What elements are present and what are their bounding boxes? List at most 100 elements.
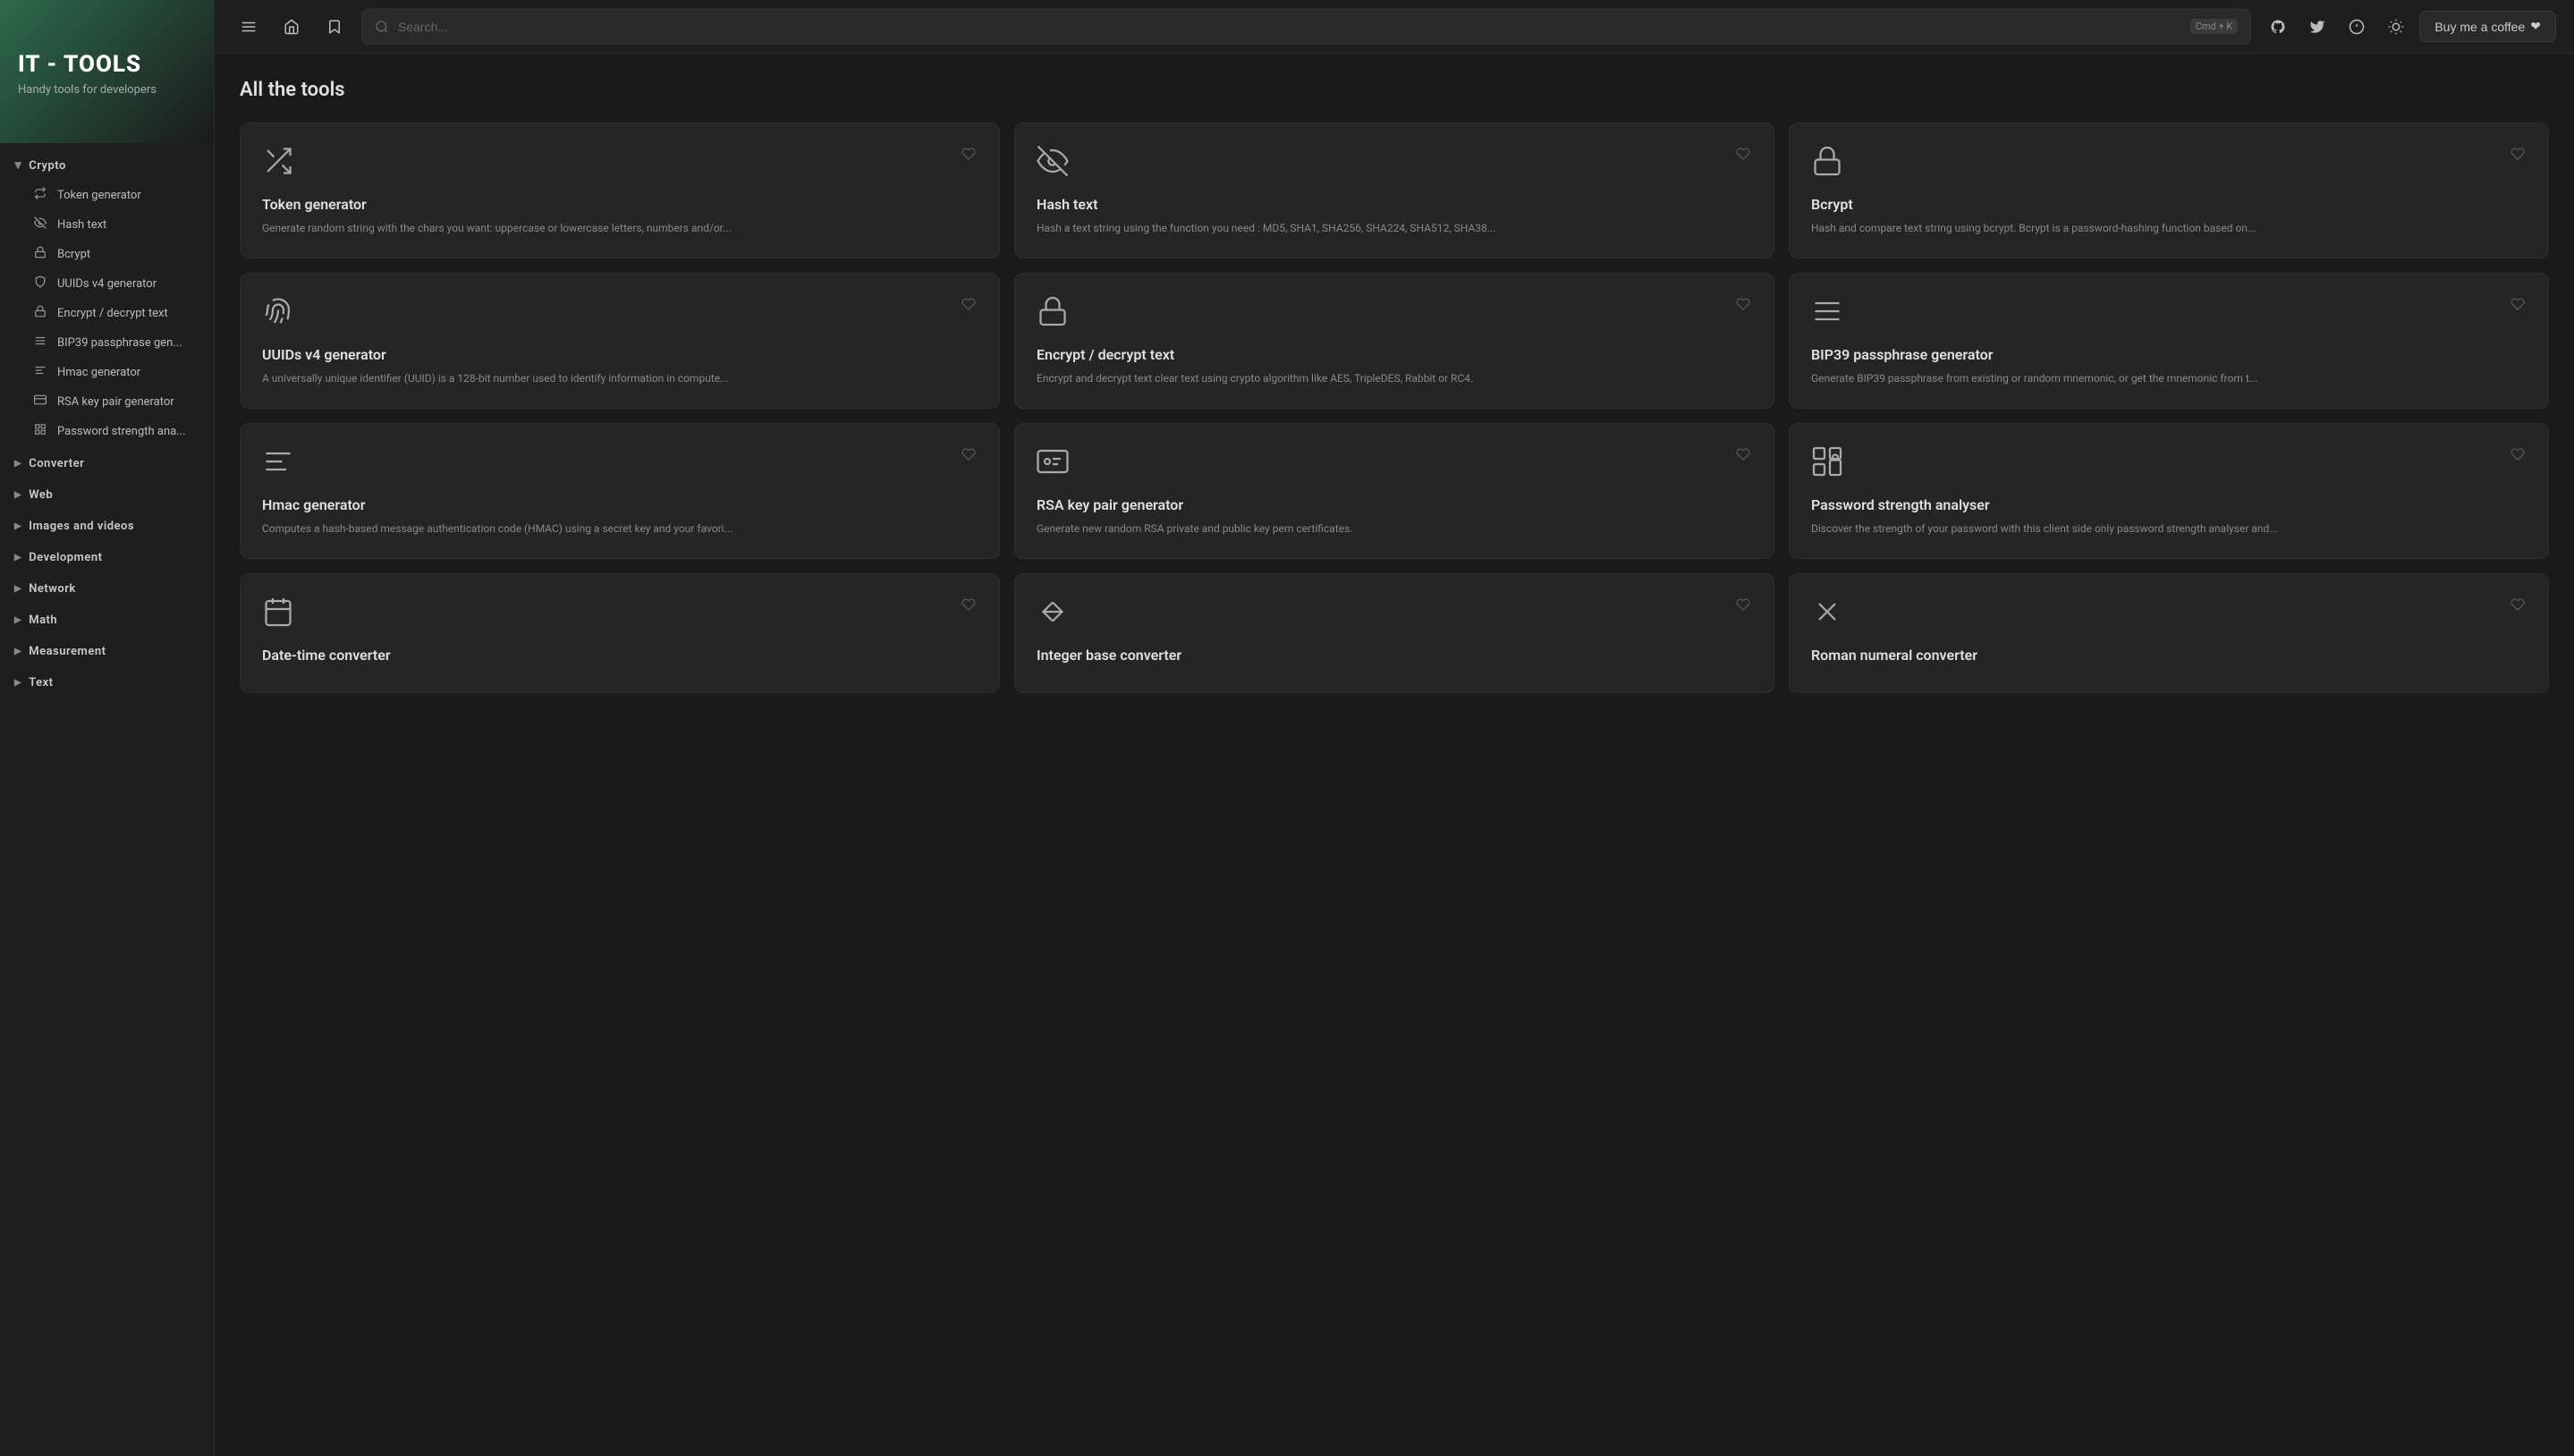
section-label-crypto: Crypto xyxy=(29,159,66,173)
tool-card-header-password-strength xyxy=(1811,445,2527,482)
favorite-button-hmac[interactable] xyxy=(960,445,978,468)
tool-desc-bcrypt: Hash and compare text string using bcryp… xyxy=(1811,220,2527,236)
tool-icon-bip39 xyxy=(1811,295,1843,332)
sidebar-item-uuids-v4[interactable]: UUIDs v4 generator xyxy=(11,269,210,298)
topbar-right: Buy me a coffee ❤ xyxy=(2262,11,2556,43)
sidebar-item-hmac[interactable]: Hmac generator xyxy=(11,358,210,386)
chevron-icon-converter: ▶ xyxy=(14,459,21,469)
nav-section-header-development[interactable]: ▶Development xyxy=(0,544,214,571)
tool-desc-uuids-v4: A universally unique identifier (UUID) i… xyxy=(262,370,978,386)
tool-card-header-roman-numeral xyxy=(1811,596,2527,632)
favorite-button-hash-text[interactable] xyxy=(1734,145,1752,167)
tool-icon-token-generator xyxy=(262,145,294,182)
sidebar: IT - TOOLS Handy tools for developers ▶C… xyxy=(0,0,215,1456)
nav-section-header-converter[interactable]: ▶ Converter xyxy=(0,450,214,478)
sidebar-item-token-generator[interactable]: Token generator xyxy=(11,181,210,209)
nav-item-icon-token-generator xyxy=(32,187,48,203)
buy-coffee-button[interactable]: Buy me a coffee ❤ xyxy=(2419,11,2556,42)
home-button[interactable] xyxy=(275,11,308,43)
tool-icon-hmac xyxy=(262,445,294,482)
favorite-button-bcrypt[interactable] xyxy=(2509,145,2527,167)
menu-toggle-button[interactable] xyxy=(233,11,265,43)
twitter-button[interactable] xyxy=(2301,11,2333,43)
nav-section-network: ▶ Network xyxy=(0,573,214,605)
chevron-icon-network: ▶ xyxy=(14,584,21,594)
section-label-web: Web xyxy=(29,488,53,502)
tool-name-encrypt-decrypt: Encrypt / decrypt text xyxy=(1037,346,1752,363)
section-label-images-and-videos: Images and videos xyxy=(29,520,134,533)
favorite-button-uuids-v4[interactable] xyxy=(960,295,978,317)
tool-card-header-hash-text xyxy=(1037,145,1752,182)
sidebar-item-bcrypt[interactable]: Bcrypt xyxy=(11,240,210,268)
tool-desc-bip39: Generate BIP39 passphrase from existing … xyxy=(1811,370,2527,386)
favorite-button-roman-numeral[interactable] xyxy=(2509,596,2527,618)
nav-section-header-network[interactable]: ▶ Network xyxy=(0,575,214,603)
chevron-icon-text: ▶ xyxy=(14,678,21,688)
nav-section-header-crypto[interactable]: ▶ Crypto xyxy=(0,152,214,180)
tool-card-integer-base[interactable]: Integer base converter xyxy=(1014,573,1774,693)
github-button[interactable] xyxy=(2262,11,2294,43)
nav-item-label-password-strength: Password strength ana... xyxy=(57,425,186,438)
tool-card-hmac[interactable]: Hmac generatorComputes a hash-based mess… xyxy=(240,423,1000,559)
tool-name-rsa-key: RSA key pair generator xyxy=(1037,496,1752,513)
sidebar-item-encrypt-decrypt[interactable]: Encrypt / decrypt text xyxy=(11,299,210,327)
nav-section-header-measurement[interactable]: ▶Measurement xyxy=(0,638,214,665)
section-label-network: Network xyxy=(29,582,76,596)
favorite-button-password-strength[interactable] xyxy=(2509,445,2527,468)
tool-card-roman-numeral[interactable]: Roman numeral converter xyxy=(1789,573,2549,693)
nav-item-label-rsa-key: RSA key pair generator xyxy=(57,395,174,409)
tool-icon-encrypt-decrypt xyxy=(1037,295,1069,332)
sidebar-item-hash-text[interactable]: Hash text xyxy=(11,210,210,239)
tool-card-uuids-v4[interactable]: UUIDs v4 generatorA universally unique i… xyxy=(240,273,1000,409)
search-icon xyxy=(375,20,389,34)
tool-card-hash-text[interactable]: Hash textHash a text string using the fu… xyxy=(1014,123,1774,258)
info-button[interactable] xyxy=(2341,11,2373,43)
tool-name-integer-base: Integer base converter xyxy=(1037,647,1752,664)
sidebar-item-bip39[interactable]: BIP39 passphrase gen... xyxy=(11,328,210,357)
favorite-button-token-generator[interactable] xyxy=(960,145,978,167)
nav-item-label-encrypt-decrypt: Encrypt / decrypt text xyxy=(57,307,168,320)
tool-name-bip39: BIP39 passphrase generator xyxy=(1811,346,2527,363)
info-icon xyxy=(2349,19,2365,35)
tool-card-date-time[interactable]: Date-time converter xyxy=(240,573,1000,693)
tool-card-bcrypt[interactable]: BcryptHash and compare text string using… xyxy=(1789,123,2549,258)
sidebar-item-rsa-key[interactable]: RSA key pair generator xyxy=(11,387,210,416)
nav-section-header-images-and-videos[interactable]: ▶Images and videos xyxy=(0,512,214,540)
chevron-icon-crypto: ▶ xyxy=(13,162,23,169)
tool-card-header-uuids-v4 xyxy=(262,295,978,332)
tool-card-token-generator[interactable]: Token generatorGenerate random string wi… xyxy=(240,123,1000,258)
tool-card-rsa-key[interactable]: RSA key pair generator Generate new rando… xyxy=(1014,423,1774,559)
favorite-button-encrypt-decrypt[interactable] xyxy=(1734,295,1752,317)
favorite-button-integer-base[interactable] xyxy=(1734,596,1752,618)
tool-card-bip39[interactable]: BIP39 passphrase generator Generate BIP39… xyxy=(1789,273,2549,409)
favorite-button-date-time[interactable] xyxy=(960,596,978,618)
section-label-development: Development xyxy=(29,551,102,564)
tool-card-password-strength[interactable]: Password strength analyserDiscover the s… xyxy=(1789,423,2549,559)
nav-section-header-text[interactable]: ▶Text xyxy=(0,669,214,697)
tool-icon-integer-base xyxy=(1037,596,1069,632)
tool-name-hash-text: Hash text xyxy=(1037,196,1752,213)
section-label-converter: Converter xyxy=(29,457,84,470)
nav-section-header-web[interactable]: ▶Web xyxy=(0,481,214,509)
nav-section-images-and-videos: ▶Images and videos xyxy=(0,511,214,542)
tool-icon-password-strength xyxy=(1811,445,1843,482)
tool-card-encrypt-decrypt[interactable]: Encrypt / decrypt textEncrypt and decryp… xyxy=(1014,273,1774,409)
tool-card-header-token-generator xyxy=(262,145,978,182)
tool-desc-hmac: Computes a hash-based message authentica… xyxy=(262,521,978,537)
tool-desc-rsa-key: Generate new random RSA private and publ… xyxy=(1037,521,1752,537)
search-input[interactable] xyxy=(398,20,2181,34)
favorite-button-rsa-key[interactable] xyxy=(1734,445,1752,468)
theme-icon xyxy=(2388,19,2404,35)
bookmark-button[interactable] xyxy=(318,11,351,43)
nav-section-header-math[interactable]: ▶Math xyxy=(0,606,214,634)
tool-name-roman-numeral: Roman numeral converter xyxy=(1811,647,2527,664)
nav-section-math: ▶Math xyxy=(0,605,214,636)
tool-name-token-generator: Token generator xyxy=(262,196,978,213)
theme-toggle-button[interactable] xyxy=(2380,11,2412,43)
search-shortcut: Cmd + K xyxy=(2190,19,2239,34)
tool-name-password-strength: Password strength analyser xyxy=(1811,496,2527,513)
nav-item-label-bip39: BIP39 passphrase gen... xyxy=(57,336,182,350)
favorite-button-bip39[interactable] xyxy=(2509,295,2527,317)
nav-item-icon-encrypt-decrypt xyxy=(32,305,48,321)
sidebar-item-password-strength[interactable]: Password strength ana... xyxy=(11,417,210,445)
